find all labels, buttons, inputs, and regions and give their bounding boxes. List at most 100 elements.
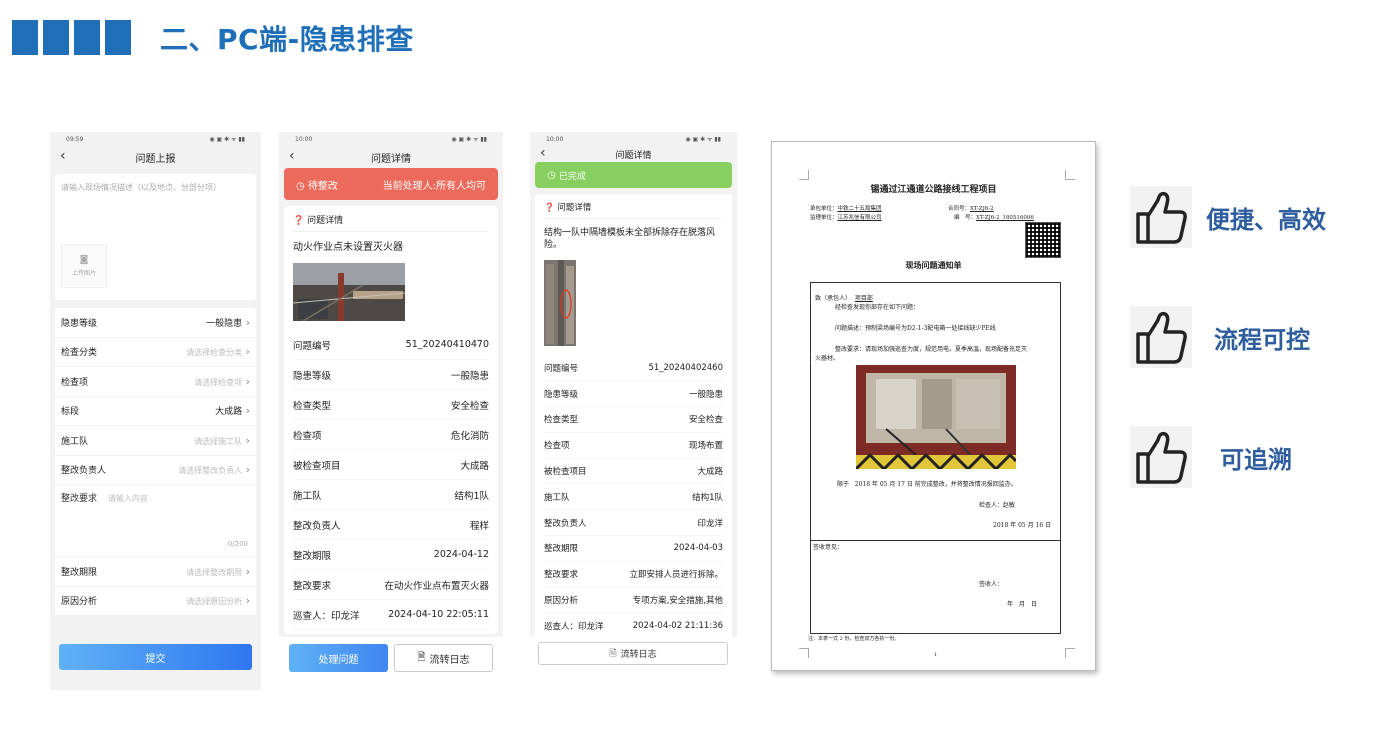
detail-value: 一般隐患 xyxy=(450,370,489,382)
clock-icon: ◷ xyxy=(547,169,556,181)
form-row[interactable]: 标段 大成路 xyxy=(55,397,256,426)
back-icon[interactable]: ‹ xyxy=(540,145,546,161)
submit-button[interactable]: 提交 xyxy=(59,644,252,670)
handler-label: 当前处理人:所有人均可 xyxy=(382,180,486,192)
question-icon: ❓ xyxy=(544,203,555,213)
field-value: 请选择整改期限 xyxy=(186,565,250,578)
detail-row: 问题编号 51_20240410470 xyxy=(293,330,489,360)
question-icon: ❓ xyxy=(293,216,305,226)
upload-image-button[interactable]: ◙ 上传图片 xyxy=(61,244,107,288)
header-square xyxy=(74,20,100,55)
upload-label: 上传图片 xyxy=(71,270,96,277)
detail-row: 检查类型 安全检查 xyxy=(293,390,489,420)
status-icons: ◉ ▣ ✱ ᯤ ▮▮ xyxy=(685,136,721,143)
status-label: 已完成 xyxy=(558,171,586,182)
section-title: ❓ 问题详情 xyxy=(293,210,489,232)
corner-mark xyxy=(799,648,809,658)
document-icon: 🗎 xyxy=(609,648,617,659)
status-time: 09:59 xyxy=(66,135,84,143)
form-row[interactable]: 检查分类 请选择检查分类 xyxy=(55,338,256,367)
flow-log-button[interactable]: 🗎 流转日志 xyxy=(394,644,493,672)
form-row[interactable]: 整改期限 请选择整改期限 xyxy=(55,557,256,587)
form-row[interactable]: 检查项 请选择检查项 xyxy=(55,367,256,397)
document-footnote: 注：本表一式 2 份，检查双方各执一份。 xyxy=(808,636,900,642)
form-row[interactable]: 整改负责人 请选择整改负责人 xyxy=(55,456,256,485)
electrical-box-photo xyxy=(856,365,1016,469)
contract-no-value: XT-ZJ6-2 xyxy=(970,206,994,212)
detail-value: 51_20240410470 xyxy=(405,339,489,350)
nav-bar: ‹ 问题上报 xyxy=(50,146,261,168)
document-icon: 🗎 xyxy=(417,651,426,663)
detail-value: 立即安排人员进行拆除。 xyxy=(629,570,723,581)
report-form: 隐患等级 一般隐患检查分类 请选择检查分类检查项 请选择检查项标段 大成路施工队 请选择施… xyxy=(55,308,256,616)
field-value: 大成路 xyxy=(215,404,250,417)
corner-mark xyxy=(1065,170,1075,180)
problem-description: 动火作业点未设置灭火器 xyxy=(293,242,403,253)
status-bar: 10:00 ◉ ▣ ✱ ᯤ ▮▮ xyxy=(530,132,737,146)
field-value: 请选择施工队 xyxy=(194,434,250,447)
detail-label: 整改负责人 xyxy=(544,518,587,529)
corner-mark xyxy=(799,170,809,180)
notice-body: 致（承包人） 项目部 经检查发现你部存在如下问题： 问题描述：预制梁场编号为D2… xyxy=(810,282,1061,634)
status-bar: 10:00 ◉ ▣ ✱ ᯤ ▮▮ xyxy=(279,132,503,146)
thumbs-up-icon xyxy=(1130,306,1192,368)
status-icons: ◉ ▣ ✱ ᯤ ▮▮ xyxy=(209,136,245,143)
detail-card: ❓ 问题详情 动火作业点未设置灭火器 问题编号 51_20240410470 隐患等… xyxy=(284,206,498,634)
form-row[interactable]: 施工队 请选择施工队 xyxy=(55,426,256,456)
field-value: 请选择检查分类 xyxy=(186,345,250,358)
field-label: 标段 xyxy=(61,407,80,418)
status-banner: ◷ 待整改 当前处理人:所有人均可 xyxy=(284,168,498,200)
detail-row: 整改负责人 印龙洋 xyxy=(544,510,723,536)
qr-code xyxy=(1025,222,1061,258)
section-title: ❓ 问题详情 xyxy=(544,198,723,219)
requirement-placeholder: 请输入内容 xyxy=(107,494,148,503)
detail-value: 大成路 xyxy=(697,466,723,477)
description-placeholder: 请输入现场情况描述（以及地点、分部分项） xyxy=(61,183,221,192)
field-label: 隐患等级 xyxy=(61,318,98,329)
flow-log-button[interactable]: 🗎 流转日志 xyxy=(538,642,728,665)
detail-row: 巡查人：印龙洋 2024-04-10 22:05:11 xyxy=(293,600,489,630)
requirement-line: 整改要求：请现场加强巡查力度，规范用电，夏季高温，现场配备充足灭 xyxy=(835,346,1028,353)
construction-photo xyxy=(292,263,406,322)
detail-value: 2024-04-03 xyxy=(673,543,723,554)
problem-photo[interactable] xyxy=(292,263,489,324)
contract-no-label: 合同号： xyxy=(948,206,971,212)
problem-description: 结构一队中隔墙模板未全部拆除存在脱落风险。 xyxy=(544,228,716,250)
status-bar: 09:59 ◉ ▣ ✱ ᯤ ▮▮ xyxy=(50,132,261,146)
back-icon[interactable]: ‹ xyxy=(60,148,66,164)
sign-date: 年 月 日 xyxy=(1007,601,1038,608)
inspector-line: 检查人：赵敏 xyxy=(979,502,1016,509)
form-row[interactable]: 原因分析 请选择原因分析 xyxy=(55,587,256,616)
detail-row: 整改要求 在动火作业点布置灭火器 xyxy=(293,570,489,600)
status-badge: ◷ 待整改 xyxy=(296,177,338,192)
form-row[interactable]: 隐患等级 一般隐患 xyxy=(55,308,256,338)
formwork-photo xyxy=(544,260,576,347)
deadline-text: 2018 年 05 月 17 日 前完成整改，并将整改情况报回监办。 xyxy=(854,481,1017,488)
addressee-line: 致（承包人） 项目部 xyxy=(815,293,873,302)
problem-line: 问题描述：预制梁场编号为D2-1-3配电箱一处接线缺少PE线 xyxy=(835,325,996,332)
inspection-date: 2018 年 05 月 16 日 xyxy=(993,522,1052,529)
header-square xyxy=(12,20,38,55)
detail-row: 隐患等级 一般隐患 xyxy=(544,381,723,407)
description-input[interactable]: 请输入现场情况描述（以及地点、分部分项） ◙ 上传图片 xyxy=(55,174,256,300)
detail-row: 原因分析 专项方案,安全措施,其他 xyxy=(544,588,723,614)
field-label: 检查分类 xyxy=(61,348,98,359)
detail-value: 危化消防 xyxy=(450,430,489,442)
field-value: 请选择整改负责人 xyxy=(178,463,250,476)
contractor-value: 中铁二十五局集团 xyxy=(837,206,882,212)
detail-label: 隐患等级 xyxy=(293,370,332,382)
problem-photo[interactable] xyxy=(544,260,723,349)
detail-value: 2024-04-12 xyxy=(433,549,489,560)
detail-row: 施工队 结构1队 xyxy=(293,480,489,510)
field-value: 请选择原因分析 xyxy=(186,594,250,607)
back-icon[interactable]: ‹ xyxy=(289,148,295,164)
detail-row: 整改要求 立即安排人员进行拆除。 xyxy=(544,562,723,588)
process-problem-button[interactable]: 处理问题 xyxy=(289,644,388,672)
report-screen: 09:59 ◉ ▣ ✱ ᯤ ▮▮ ‹ 问题上报 请输入现场情况描述（以及地点、分… xyxy=(50,132,261,690)
detail-label: 整改要求 xyxy=(293,580,332,592)
field-value: 请选择检查项 xyxy=(194,375,250,388)
serial-value: XT-ZJ6-2_180516006 xyxy=(976,215,1034,221)
nav-title: 问题详情 xyxy=(371,153,411,165)
requirement-input[interactable]: 整改要求 请输入内容 0/200 xyxy=(55,485,256,557)
detail-row: 问题编号 51_20240402460 xyxy=(544,355,723,382)
